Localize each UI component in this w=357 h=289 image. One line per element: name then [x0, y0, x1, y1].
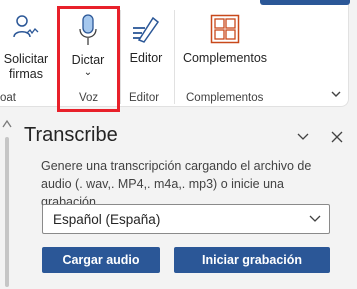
pane-description: Genere una transcripción cargando el arc…	[41, 159, 312, 209]
request-signatures-button[interactable]: Solicitar firmas	[3, 14, 49, 82]
close-icon[interactable]	[331, 131, 343, 143]
editor-pen-icon	[133, 16, 160, 43]
ribbon: oat Solicitar firmas Dictar ⌄ Voz Editor…	[0, 0, 357, 112]
chevron-down-icon[interactable]	[297, 131, 309, 143]
group-label-partial: oat	[0, 92, 16, 104]
signature-icon	[13, 15, 39, 38]
start-recording-button[interactable]: Iniciar grabación	[174, 247, 330, 273]
group-label-complementos: Complementos	[186, 92, 264, 104]
ribbon-top-button-edge[interactable]	[260, 0, 350, 5]
pane-scrollbar[interactable]	[0, 117, 14, 289]
group-separator	[174, 10, 175, 104]
group-separator	[120, 10, 121, 104]
add-ins-button[interactable]: Complementos	[180, 14, 270, 66]
highlight-box	[57, 6, 120, 112]
editor-button[interactable]: Editor	[123, 14, 169, 66]
editor-label: Editor	[129, 51, 163, 65]
add-ins-label: Complementos	[182, 51, 268, 65]
chevron-down-icon	[309, 215, 321, 222]
ribbon-collapse-chevron-icon[interactable]	[329, 88, 343, 100]
group-label-editor: Editor	[129, 92, 160, 104]
add-ins-grid-icon	[210, 14, 240, 44]
pane-title: Transcribe	[24, 124, 118, 146]
language-select[interactable]: Español (España)	[42, 204, 330, 234]
language-select-value: Español (España)	[53, 212, 161, 227]
request-signatures-label-1: Solicitar	[3, 52, 49, 66]
request-signatures-label-2: firmas	[8, 67, 44, 81]
upload-audio-button[interactable]: Cargar audio	[42, 247, 160, 273]
